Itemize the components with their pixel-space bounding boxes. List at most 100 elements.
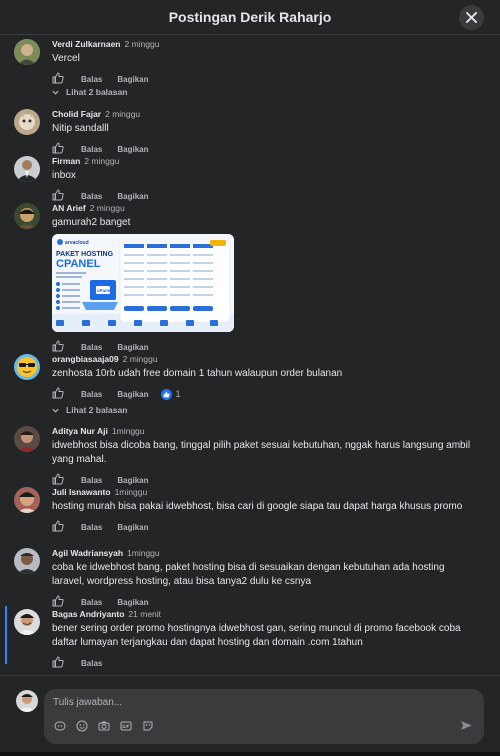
share-button[interactable]: Bagikan	[117, 145, 148, 154]
attachment-headline: PAKET HOSTING	[56, 251, 114, 258]
like-reaction-icon	[161, 388, 173, 400]
reaction-summary[interactable]: 1	[161, 388, 181, 400]
comment-author[interactable]: orangbiasaaja09	[52, 354, 119, 364]
avatar[interactable]	[14, 109, 40, 135]
new-comment-indicator	[5, 606, 7, 664]
comment-author[interactable]: Agil Wadriansyah	[52, 548, 123, 558]
view-replies-label: Lihat 2 balasan	[66, 405, 128, 415]
comment-text: bener sering order promo hostingnya idwe…	[52, 623, 461, 648]
dialog-title: Postingan Derik Raharjo	[168, 9, 332, 25]
reply-button[interactable]: Balas	[81, 343, 102, 352]
like-icon[interactable]	[52, 142, 66, 156]
comment-author[interactable]: Verdi Zulkarnaen	[52, 39, 121, 49]
comment-author[interactable]: Firman	[52, 156, 80, 166]
comment-time[interactable]: 2 minggu	[105, 109, 140, 119]
comment-time[interactable]: 1minggu	[115, 487, 148, 497]
like-icon[interactable]	[52, 189, 66, 203]
composer-toolbar	[52, 719, 162, 733]
reaction-count: 1	[175, 389, 181, 399]
share-button[interactable]: Bagikan	[117, 343, 148, 352]
reply-button[interactable]: Balas	[81, 75, 102, 84]
like-icon[interactable]	[52, 340, 66, 354]
view-replies-button[interactable]: Lihat 2 balasan	[52, 405, 127, 415]
post-dialog: Postingan Derik Raharjo Verdi Zulkarnaen…	[0, 0, 500, 756]
avatar[interactable]	[14, 156, 40, 182]
comment-time[interactable]: 2 minggu	[125, 39, 160, 49]
reply-button[interactable]: Balas	[81, 659, 102, 668]
chevron-down-icon	[52, 90, 59, 95]
reply-button[interactable]: Balas	[81, 476, 102, 485]
like-icon[interactable]	[52, 473, 66, 487]
view-replies-button[interactable]: Lihat 2 balasan	[52, 87, 127, 97]
comment-time[interactable]: 1minggu	[127, 548, 160, 558]
like-icon[interactable]	[52, 387, 66, 401]
like-icon[interactable]	[52, 72, 66, 86]
like-icon[interactable]	[52, 656, 66, 670]
comments-list[interactable]: Verdi Zulkarnaen 2 minggu Vercel Balas Ba…	[0, 35, 500, 675]
comment-actions: Balas Bagikan 1	[52, 387, 472, 401]
comment-actions: Balas Bagikan	[52, 520, 472, 534]
avatar[interactable]	[14, 609, 40, 635]
comment-text: coba ke idwebhost bang, paket hosting bi…	[52, 562, 445, 587]
comment-time[interactable]: 2 minggu	[90, 203, 125, 213]
camera-icon[interactable]	[96, 719, 112, 733]
avatar[interactable]	[14, 39, 40, 65]
close-button[interactable]	[459, 5, 484, 30]
comment-text: inbox	[52, 170, 76, 181]
attachment-product: CPANEL	[56, 258, 101, 270]
comment-actions: Balas	[52, 656, 472, 670]
comment-author[interactable]: Juli Isnawanto	[52, 487, 111, 497]
share-button[interactable]: Bagikan	[117, 192, 148, 201]
current-user-avatar[interactable]	[16, 690, 38, 712]
gif-icon[interactable]	[118, 719, 134, 733]
reply-input[interactable]: Tulis jawaban...	[44, 689, 484, 744]
reply-button[interactable]: Balas	[81, 145, 102, 154]
reply-input-placeholder: Tulis jawaban...	[53, 697, 123, 708]
comment-text: hosting murah bisa pakai idwebhost, bisa…	[52, 501, 463, 512]
avatar-sticker-icon[interactable]	[140, 719, 156, 733]
like-icon[interactable]	[52, 520, 66, 534]
comment-time[interactable]: 2 minggu	[123, 354, 158, 364]
comment-author[interactable]: Aditya Nur Aji	[52, 426, 108, 436]
comment-text: idwebhost bisa dicoba bang, tinggal pili…	[52, 440, 471, 465]
comment-actions: Balas Bagikan	[52, 595, 472, 609]
comment-time[interactable]: 1minggu	[112, 426, 145, 436]
comment-actions: Balas Bagikan	[52, 473, 472, 487]
comment-author[interactable]: AN Arief	[52, 203, 86, 213]
comment-author[interactable]: Cholid Fajar	[52, 109, 101, 119]
reply-button[interactable]: Balas	[81, 598, 102, 607]
comment-text: Nitip sandalll	[52, 123, 109, 134]
reply-composer: Tulis jawaban...	[0, 675, 500, 756]
share-button[interactable]: Bagikan	[117, 598, 148, 607]
like-icon[interactable]	[52, 595, 66, 609]
share-button[interactable]: Bagikan	[117, 476, 148, 485]
avatar[interactable]	[14, 548, 40, 574]
sticker-icon[interactable]	[52, 719, 68, 733]
chevron-down-icon	[52, 408, 59, 413]
comment-text: Vercel	[52, 53, 80, 64]
comment-time[interactable]: 2 minggu	[84, 156, 119, 166]
view-replies-label: Lihat 2 balasan	[66, 87, 128, 97]
reply-button[interactable]: Balas	[81, 523, 102, 532]
reply-button[interactable]: Balas	[81, 390, 102, 399]
share-button[interactable]: Bagikan	[117, 523, 148, 532]
comment-image[interactable]: arvacloud PAKET HOSTING CPANEL cPanel	[52, 234, 234, 332]
avatar[interactable]	[14, 426, 40, 452]
share-button[interactable]: Bagikan	[117, 390, 148, 399]
comment-actions: Balas Bagikan	[52, 340, 472, 354]
reply-button[interactable]: Balas	[81, 192, 102, 201]
share-button[interactable]: Bagikan	[117, 75, 148, 84]
comment-actions: Balas Bagikan	[52, 142, 472, 156]
attachment-badge: cPanel	[97, 288, 112, 293]
send-icon[interactable]	[460, 719, 474, 733]
comment-text: gamurah2 banget	[52, 217, 131, 228]
close-icon	[466, 12, 477, 23]
avatar[interactable]	[14, 487, 40, 513]
comment-actions: Balas Bagikan	[52, 189, 472, 203]
comment-author[interactable]: Bagas Andriyanto	[52, 609, 124, 619]
avatar[interactable]	[14, 354, 40, 380]
emoji-icon[interactable]	[74, 719, 90, 733]
comment-time[interactable]: 21 menit	[128, 609, 161, 619]
comment-text: zenhosta 10rb udah free domain 1 tahun w…	[52, 368, 343, 379]
avatar[interactable]	[14, 203, 40, 229]
